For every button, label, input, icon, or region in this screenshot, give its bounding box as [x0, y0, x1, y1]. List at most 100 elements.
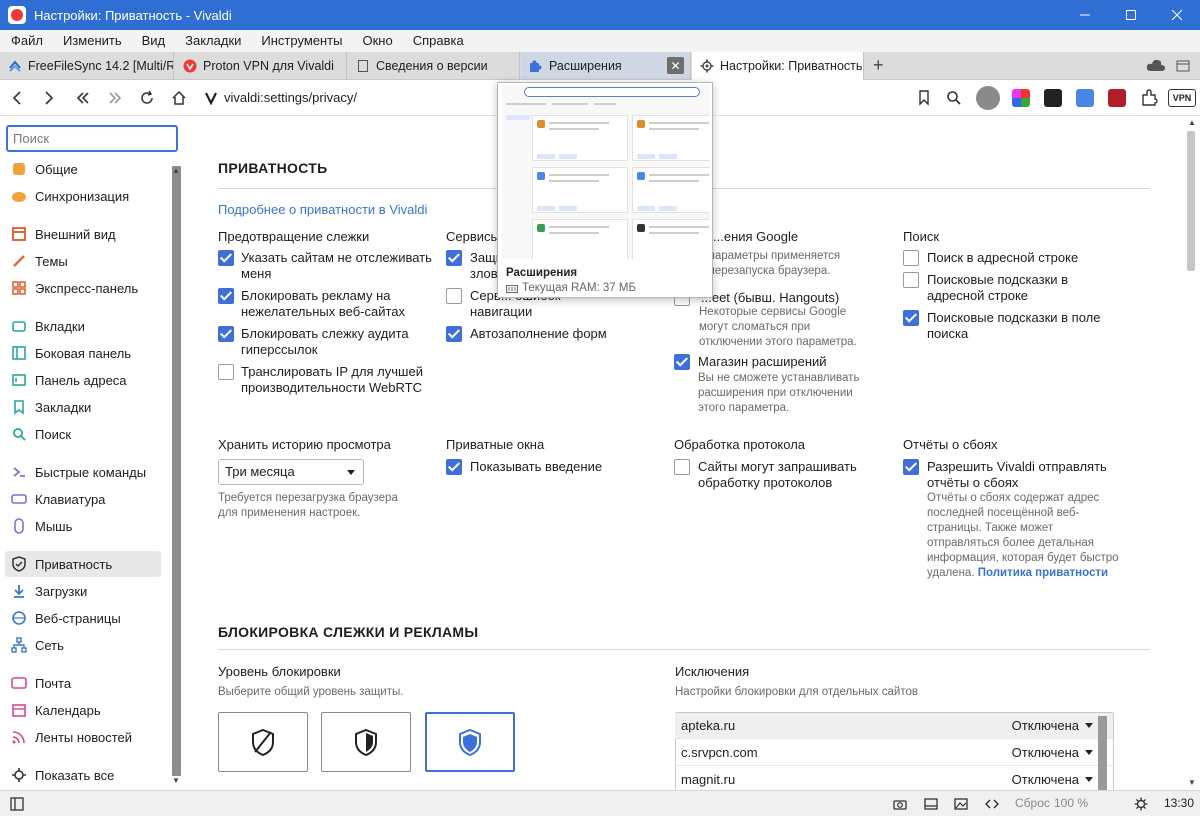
sidebar-item-sync[interactable]: Синхронизация: [5, 183, 161, 209]
block-ads-checkbox[interactable]: [218, 288, 234, 304]
settings-gear-icon[interactable]: [1134, 797, 1148, 811]
new-tab-button[interactable]: +: [866, 52, 892, 79]
page-scrollbar[interactable]: [1187, 131, 1195, 271]
history-select[interactable]: Три месяца: [218, 459, 364, 485]
vivaldi-logo-icon[interactable]: [8, 6, 26, 24]
sidebar-item-mouse[interactable]: Мышь: [5, 513, 161, 539]
field-suggest-checkbox[interactable]: [903, 310, 919, 326]
panel-toggle-icon[interactable]: [10, 797, 24, 811]
exceptions-scrollbar[interactable]: [1098, 716, 1107, 790]
sidebar-item-address-bar[interactable]: Панель адреса: [5, 367, 161, 393]
sidebar-item-panel[interactable]: Боковая панель: [5, 340, 161, 366]
menu-file[interactable]: Файл: [0, 30, 52, 52]
tab-close-button[interactable]: ✕: [667, 57, 684, 74]
extension-dark-icon[interactable]: [1044, 89, 1062, 107]
level-all-option[interactable]: [425, 712, 515, 772]
table-row[interactable]: magnit.ru Отключена: [675, 767, 1113, 790]
fast-forward-button[interactable]: [106, 89, 124, 107]
back-button[interactable]: [8, 89, 26, 107]
extension-colorful-icon[interactable]: [1012, 89, 1030, 107]
sidebar-item-calendar[interactable]: Календарь: [5, 697, 161, 723]
sidebar-item-mail[interactable]: Почта: [5, 670, 161, 696]
crash-reports-checkbox[interactable]: [903, 459, 919, 475]
maximize-button[interactable]: [1108, 0, 1154, 30]
scroll-up-icon[interactable]: ▲: [172, 166, 180, 175]
vpn-button[interactable]: VPN: [1168, 89, 1196, 107]
sidebar-item-privacy[interactable]: Приватность: [5, 551, 161, 577]
level-trackers-option[interactable]: [321, 712, 411, 772]
level-none-option[interactable]: [218, 712, 308, 772]
do-not-track-checkbox[interactable]: [218, 250, 234, 266]
image-icon[interactable]: [954, 797, 968, 811]
exception-status[interactable]: Отключена: [1012, 745, 1079, 760]
url-field[interactable]: vivaldi:settings/privacy/: [224, 90, 357, 105]
sidebar-item-show-all[interactable]: Показать все: [5, 762, 161, 788]
sidebar-item-webpages[interactable]: Веб-страницы: [5, 605, 161, 631]
shield-off-icon: [252, 728, 274, 757]
search-icon[interactable]: [946, 90, 962, 106]
table-row[interactable]: c.srvpcn.com Отключена: [675, 740, 1113, 766]
bookmark-icon[interactable]: [918, 90, 930, 106]
sidebar-item-themes[interactable]: Темы: [5, 248, 161, 274]
exception-status[interactable]: Отключена: [1012, 718, 1079, 733]
show-intro-checkbox[interactable]: [446, 459, 462, 475]
minimize-button[interactable]: [1062, 0, 1108, 30]
tab-menu-icon[interactable]: [1176, 60, 1190, 72]
sidebar-item-quick-commands[interactable]: Быстрые команды: [5, 459, 161, 485]
scroll-down-icon[interactable]: ▼: [1188, 778, 1196, 787]
sidebar-scrollbar[interactable]: [172, 166, 181, 776]
forward-button[interactable]: [40, 89, 58, 107]
scroll-up-icon[interactable]: ▲: [1188, 118, 1196, 127]
search-input[interactable]: [6, 125, 178, 152]
nav-errors-checkbox[interactable]: [446, 288, 462, 304]
menu-window[interactable]: Окно: [351, 30, 401, 52]
translate-icon[interactable]: [1076, 89, 1094, 107]
sidebar-item-appearance[interactable]: Внешний вид: [5, 221, 161, 247]
sidebar-item-general[interactable]: Общие: [5, 156, 161, 182]
sidebar-item-network[interactable]: Сеть: [5, 632, 161, 658]
zoom-reset-button[interactable]: Сброс: [1015, 796, 1050, 810]
cloud-sync-icon[interactable]: [1146, 58, 1166, 72]
home-button[interactable]: [170, 89, 188, 107]
sidebar-item-search[interactable]: Поиск: [5, 421, 161, 447]
tab-proton-vpn[interactable]: Proton VPN для Vivaldi: [175, 52, 347, 79]
camera-icon[interactable]: [893, 797, 907, 811]
extension-store-checkbox[interactable]: [674, 354, 690, 370]
block-audit-checkbox[interactable]: [218, 326, 234, 342]
tab-extensions[interactable]: Расширения ✕: [521, 52, 691, 79]
sidebar-item-keyboard[interactable]: Клавиатура: [5, 486, 161, 512]
autofill-checkbox[interactable]: [446, 326, 462, 342]
sidebar-item-tabs[interactable]: Вкладки: [5, 313, 161, 339]
sidebar-item-downloads[interactable]: Загрузки: [5, 578, 161, 604]
address-suggest-checkbox[interactable]: [903, 272, 919, 288]
scroll-down-icon[interactable]: ▼: [172, 776, 180, 785]
menu-edit[interactable]: Изменить: [52, 30, 131, 52]
ublock-icon[interactable]: [1108, 89, 1126, 107]
extensions-puzzle-icon[interactable]: [1140, 89, 1158, 107]
sidebar-item-bookmarks[interactable]: Закладки: [5, 394, 161, 420]
code-icon[interactable]: [985, 797, 999, 811]
sidebar-item-speed-dial[interactable]: Экспресс-панель: [5, 275, 161, 301]
menu-bookmarks[interactable]: Закладки: [174, 30, 250, 52]
avatar[interactable]: [976, 86, 1000, 110]
exception-status[interactable]: Отключена: [1012, 772, 1079, 787]
tab-about-version[interactable]: Сведения о версии: [348, 52, 520, 79]
menu-view[interactable]: Вид: [131, 30, 175, 52]
tiling-icon[interactable]: [924, 797, 938, 811]
close-window-button[interactable]: [1154, 0, 1200, 30]
webrtc-checkbox[interactable]: [218, 364, 234, 380]
block-ads-label: Блокировать рекламу на нежелательных веб…: [241, 288, 406, 319]
sidebar-item-feeds[interactable]: Ленты новостей: [5, 724, 161, 750]
address-search-checkbox[interactable]: [903, 250, 919, 266]
reload-button[interactable]: [138, 89, 156, 107]
protocol-checkbox[interactable]: [674, 459, 690, 475]
menu-tools[interactable]: Инструменты: [250, 30, 351, 52]
table-row[interactable]: apteka.ru Отключена: [675, 713, 1113, 739]
tab-settings-privacy[interactable]: Настройки: Приватность: [692, 52, 864, 80]
safe-browsing-checkbox[interactable]: [446, 250, 462, 266]
menu-help[interactable]: Справка: [402, 30, 473, 52]
privacy-more-link[interactable]: Подробнее о приватности в Vivaldi: [218, 202, 427, 217]
rewind-button[interactable]: [74, 89, 92, 107]
tab-freefilesync[interactable]: FreeFileSync 14.2 [Multi/Ru]: [0, 52, 174, 79]
privacy-policy-link[interactable]: Политика приватности: [978, 567, 1108, 579]
